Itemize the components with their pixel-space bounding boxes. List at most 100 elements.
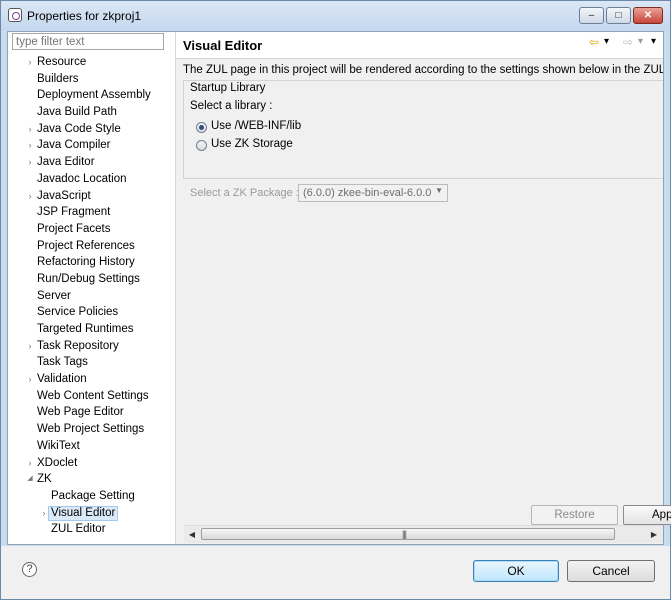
tree-item-label: WikiText: [37, 439, 80, 452]
view-menu-chevron-icon[interactable]: ▾: [651, 36, 656, 47]
tree-item-label: Package Setting: [51, 489, 135, 502]
radio-use-zk-storage[interactable]: [196, 140, 207, 151]
tree-item[interactable]: › Visual Editor: [8, 505, 175, 522]
tree-item[interactable]: Builders: [8, 71, 175, 88]
horizontal-scrollbar[interactable]: ◀ ||| ▶: [184, 525, 663, 543]
tree-item-label: Refactoring History: [37, 256, 135, 269]
collapsed-chevron-icon[interactable]: ›: [26, 54, 34, 71]
back-menu-chevron-icon[interactable]: ▾: [604, 36, 609, 47]
tree-item[interactable]: Service Policies: [8, 304, 175, 321]
scroll-left-icon[interactable]: ◀: [184, 526, 200, 543]
tree-item[interactable]: Web Project Settings: [8, 421, 175, 438]
radio-label-zk-storage[interactable]: Use ZK Storage: [211, 138, 293, 150]
help-icon[interactable]: ?: [22, 562, 37, 577]
window-title: Properties for zkproj1: [27, 9, 142, 23]
tree-item[interactable]: Refactoring History: [8, 254, 175, 271]
title-bar: Properties for zkproj1 – □ ✕: [1, 1, 670, 31]
tree-item-label: Java Editor: [37, 156, 95, 169]
tree-item-label: Java Build Path: [37, 106, 117, 119]
collapsed-chevron-icon[interactable]: ›: [26, 137, 34, 154]
tree-item[interactable]: Targeted Runtimes: [8, 321, 175, 338]
forward-menu-chevron-icon[interactable]: ▾: [638, 36, 643, 47]
property-page-area: Visual Editor ⇦ ▾ ⇨ ▾ ▾ The ZUL page in …: [176, 32, 671, 544]
property-pages-panel: ›ResourceBuildersDeployment Assembly Java…: [8, 32, 176, 544]
zk-package-select[interactable]: (6.0.0) zkee-bin-eval-6.0.0 ▼: [298, 184, 448, 202]
zk-package-label: Select a ZK Package :: [190, 187, 299, 199]
collapsed-chevron-icon[interactable]: ›: [26, 455, 34, 472]
tree-item-label: Deployment Assembly: [37, 89, 151, 102]
scroll-right-icon[interactable]: ▶: [646, 526, 662, 543]
properties-dialog: Properties for zkproj1 – □ ✕ ›ResourceBu…: [0, 0, 671, 600]
tree-item[interactable]: Server: [8, 288, 175, 305]
collapsed-chevron-icon[interactable]: ›: [26, 154, 34, 171]
tree-item[interactable]: WikiText: [8, 438, 175, 455]
tree-item-label: Web Project Settings: [37, 423, 145, 436]
restore-defaults-button[interactable]: Restore Defaults: [531, 505, 618, 539]
minimize-button[interactable]: –: [579, 7, 604, 24]
tree-item[interactable]: › Java Compiler: [8, 137, 175, 154]
startup-library-group: Startup Library Select a library : Use /…: [183, 80, 663, 202]
filter-input[interactable]: [12, 33, 164, 50]
tree-item[interactable]: › JavaScript: [8, 188, 175, 205]
tree-item[interactable]: Package Setting: [8, 488, 175, 505]
tree-item[interactable]: › Java Code Style: [8, 121, 175, 138]
tree-item-label: ZUL Editor: [51, 523, 106, 536]
tree-item-label: Java Compiler: [37, 139, 111, 152]
tree-item-label: Server: [37, 289, 71, 302]
tree-item[interactable]: Run/Debug Settings: [8, 271, 175, 288]
tree-item-label: Java Code Style: [37, 122, 121, 135]
forward-arrow-icon[interactable]: ⇨: [623, 35, 633, 49]
page-description: The ZUL page in this project will be ren…: [183, 64, 663, 76]
tree-item-label: Validation: [37, 373, 87, 386]
tree-item[interactable]: ◢ ZK: [8, 471, 175, 488]
maximize-button[interactable]: □: [606, 7, 631, 24]
tree-item-label: Project References: [37, 239, 135, 252]
radio-label-web-inf-lib[interactable]: Use /WEB-INF/lib: [211, 120, 301, 132]
zk-package-value: (6.0.0) zkee-bin-eval-6.0.0: [303, 187, 432, 199]
tree-item-label: JavaScript: [37, 189, 91, 202]
tree-item[interactable]: Web Content Settings: [8, 388, 175, 405]
tree-item-label: ZK: [37, 473, 52, 486]
tree-item[interactable]: ZUL Editor: [8, 521, 175, 538]
tree-item[interactable]: Javadoc Location: [8, 171, 175, 188]
tree-item-label: Project Facets: [37, 222, 111, 235]
tree-item[interactable]: Task Tags: [8, 354, 175, 371]
tree-item-label: Visual Editor: [48, 505, 119, 521]
tree-item[interactable]: › XDoclet: [8, 455, 175, 472]
tree-item-label: XDoclet: [37, 456, 78, 469]
tree-item-label: Targeted Runtimes: [37, 323, 134, 335]
scrollbar-thumb[interactable]: |||: [201, 528, 615, 540]
tree-item[interactable]: Project Facets: [8, 221, 175, 238]
back-arrow-icon[interactable]: ⇦: [589, 35, 599, 49]
ok-button[interactable]: OK: [473, 560, 559, 582]
collapsed-chevron-icon[interactable]: ›: [40, 505, 48, 522]
page-title: Visual Editor: [183, 38, 263, 53]
page-header: Visual Editor ⇦ ▾ ⇨ ▾ ▾: [176, 32, 663, 59]
tree-item[interactable]: › Resource: [8, 54, 175, 71]
tree-item-label: Task Repository: [37, 339, 119, 352]
tree-item[interactable]: › Task Repository: [8, 338, 175, 355]
radio-use-web-inf-lib[interactable]: [196, 122, 207, 133]
cancel-button[interactable]: Cancel: [567, 560, 655, 582]
chevron-down-icon: ▼: [435, 186, 443, 195]
tree-item-label: Service Policies: [37, 306, 119, 319]
dialog-content: ›ResourceBuildersDeployment Assembly Java…: [7, 31, 671, 545]
close-button[interactable]: ✕: [633, 7, 663, 24]
collapsed-chevron-icon[interactable]: ›: [26, 371, 34, 388]
tree-item[interactable]: › Java Editor: [8, 154, 175, 171]
group-title: Startup Library: [190, 82, 266, 94]
tree-item-label: Javadoc Location: [37, 172, 127, 185]
collapsed-chevron-icon[interactable]: ›: [26, 121, 34, 138]
tree-item[interactable]: Deployment Assembly: [8, 87, 175, 104]
tree-item[interactable]: › Validation: [8, 371, 175, 388]
apply-button[interactable]: Apply: [623, 505, 671, 525]
tree-item[interactable]: Project References: [8, 238, 175, 255]
scroll-grip-icon: |||: [402, 529, 407, 539]
collapsed-chevron-icon[interactable]: ›: [26, 188, 34, 205]
expanded-chevron-icon[interactable]: ◢: [26, 471, 34, 488]
tree-item[interactable]: JSP Fragment: [8, 204, 175, 221]
tree-item[interactable]: Web Page Editor: [8, 404, 175, 421]
property-pages-tree: › Resource Builders Deployment Assembly Java…: [8, 54, 175, 538]
collapsed-chevron-icon[interactable]: ›: [26, 338, 34, 355]
tree-item[interactable]: Java Build Path: [8, 104, 175, 121]
